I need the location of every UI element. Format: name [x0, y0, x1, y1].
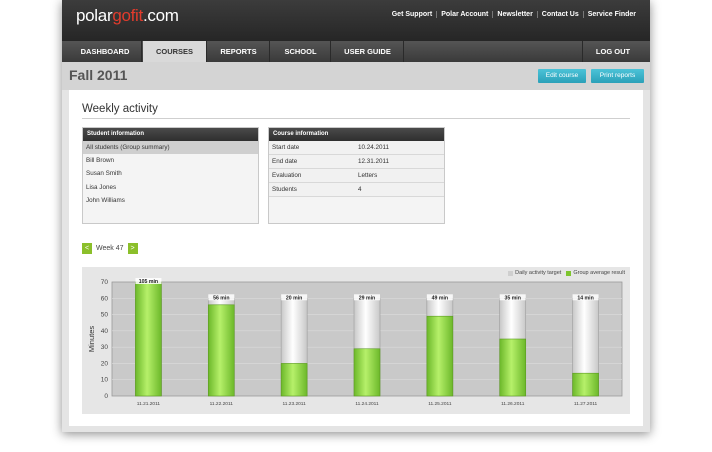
data-label: 105 min	[139, 279, 158, 285]
course-info-panel: Course information Start date 10.24.2011 …	[268, 127, 445, 224]
course-info-label: End date	[272, 158, 298, 165]
x-tick-label: 11.22.2011	[210, 401, 234, 407]
x-tick-label: 11.25.2011	[428, 401, 452, 407]
y-tick-label: 0	[104, 393, 108, 400]
page-title: Fall 2011	[69, 67, 128, 83]
main-nav: DASHBOARD COURSES REPORTS SCHOOL USER GU…	[62, 41, 650, 62]
y-tick-label: 70	[101, 279, 109, 286]
course-info-row: Start date 10.24.2011	[269, 141, 444, 155]
student-item[interactable]: Susan Smith	[83, 167, 258, 180]
student-item[interactable]: Bill Brown	[83, 154, 258, 167]
x-tick-label: 11.21.2011	[137, 401, 161, 407]
course-info-label: Evaluation	[272, 172, 302, 179]
data-label: 20 min	[286, 295, 302, 301]
chart-legend: Daily activity target Group average resu…	[503, 270, 625, 276]
nav-user-guide[interactable]: USER GUIDE	[332, 41, 404, 62]
x-tick-label: 11.27.2011	[574, 401, 598, 407]
top-bar: polargofit.com Get Support Polar Account…	[62, 0, 650, 41]
result-bar	[499, 338, 527, 397]
student-info-panel: Student information All students (Group …	[82, 127, 259, 224]
course-info-value: 4	[358, 186, 362, 193]
app-window: polargofit.com Get Support Polar Account…	[62, 0, 650, 432]
result-bar	[280, 363, 308, 397]
data-label: 49 min	[432, 295, 448, 301]
nav-school[interactable]: SCHOOL	[271, 41, 331, 62]
logout-button[interactable]: LOG OUT	[582, 41, 643, 62]
y-tick-label: 40	[101, 328, 109, 335]
weekly-activity-chart: Daily activity target Group average resu…	[82, 267, 630, 414]
result-bar	[207, 304, 235, 397]
course-info-value: 10.24.2011	[358, 144, 390, 151]
x-tick-label: 11.23.2011	[282, 401, 306, 407]
course-info-value: 12.31.2011	[358, 158, 390, 165]
course-info-label: Start date	[272, 144, 300, 151]
result-bar	[353, 348, 381, 397]
y-tick-label: 50	[101, 312, 109, 319]
data-label: 29 min	[359, 295, 375, 301]
result-bar	[426, 315, 454, 397]
nav-reports[interactable]: REPORTS	[208, 41, 270, 62]
polargofit-logo[interactable]: polargofit.com	[76, 6, 179, 26]
section-divider	[82, 118, 630, 119]
top-links: Get Support Polar Account Newsletter Con…	[388, 11, 640, 18]
x-tick-label: 11.26.2011	[501, 401, 525, 407]
student-info-header: Student information	[83, 128, 258, 141]
newsletter-link[interactable]: Newsletter	[492, 11, 536, 18]
edit-course-button[interactable]: Edit course	[538, 69, 586, 83]
result-bar	[135, 281, 162, 397]
week-selector: < Week 47 >	[82, 243, 138, 254]
course-info-header: Course information	[269, 128, 444, 141]
course-info-value: Letters	[358, 172, 378, 179]
data-label: 14 min	[577, 295, 593, 301]
course-info-row: Students 4	[269, 183, 444, 197]
main-content: Weekly activity Student information All …	[69, 90, 643, 426]
result-bar	[572, 372, 599, 397]
y-tick-label: 10	[101, 377, 109, 384]
nav-dashboard[interactable]: DASHBOARD	[69, 41, 142, 62]
student-item[interactable]: Lisa Jones	[83, 181, 258, 194]
legend-label-result: Group average result	[573, 270, 625, 276]
print-reports-button[interactable]: Print reports	[591, 69, 644, 83]
data-label: 35 min	[504, 295, 520, 301]
y-tick-label: 20	[101, 360, 109, 367]
prev-week-button[interactable]: <	[82, 243, 92, 254]
week-label: Week 47	[96, 245, 124, 252]
section-title: Weekly activity	[82, 103, 158, 115]
student-item[interactable]: John Williams	[83, 194, 258, 207]
nav-courses[interactable]: COURSES	[143, 41, 207, 62]
get-support-link[interactable]: Get Support	[388, 11, 436, 18]
next-week-button[interactable]: >	[127, 243, 138, 254]
page-header: Fall 2011 Edit course Print reports	[62, 62, 650, 90]
chart-svg: 0 10 20 30 40 50 60 70 Minutes 105 min 11.21.2011 5…	[87, 278, 623, 407]
polar-account-link[interactable]: Polar Account	[436, 11, 492, 18]
course-info-row: End date 12.31.2011	[269, 155, 444, 169]
legend-label-target: Daily activity target	[515, 270, 562, 276]
student-item-group-summary[interactable]: All students (Group summary)	[83, 141, 258, 155]
y-tick-label: 30	[101, 344, 109, 351]
y-tick-label: 60	[101, 295, 109, 302]
course-info-label: Students	[272, 186, 297, 193]
legend-swatch-result	[566, 270, 572, 276]
x-tick-label: 11.24.2011	[355, 401, 379, 407]
service-finder-link[interactable]: Service Finder	[582, 11, 640, 18]
course-info-row: Evaluation Letters	[269, 169, 444, 183]
data-label: 56 min	[213, 295, 229, 301]
y-axis-label: Minutes	[87, 326, 96, 353]
legend-swatch-target	[508, 270, 514, 276]
contact-us-link[interactable]: Contact Us	[536, 11, 583, 18]
